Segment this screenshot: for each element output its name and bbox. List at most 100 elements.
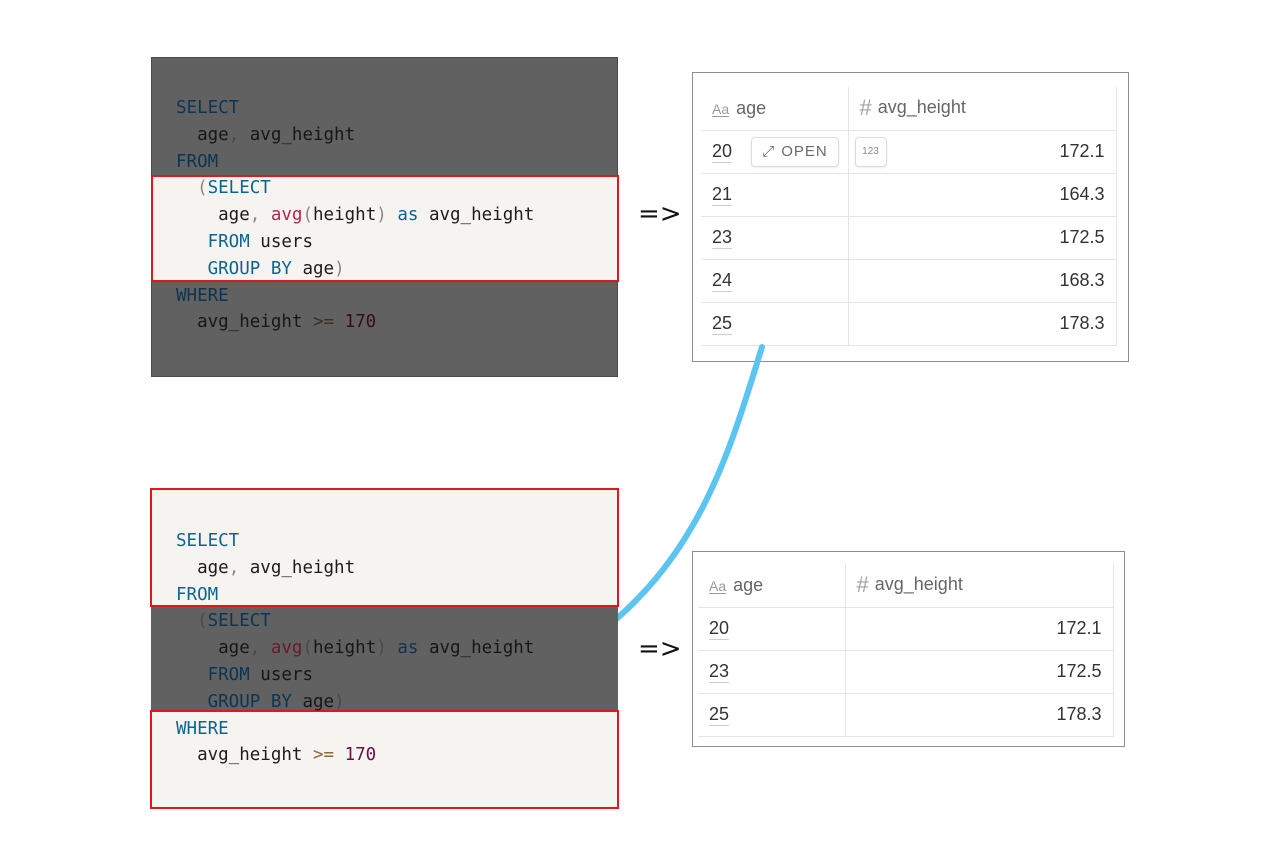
code-token: avg_height [418,638,535,659]
expand-icon: ⤢ [762,143,776,160]
top-result-table: Aa age # avg_height 20 ⤢ OPEN 172.1 123 21 164.3… [692,72,1129,362]
avg-height-value: 164.3 [1059,184,1105,204]
code-token: , [249,205,261,226]
avg-height-header-label: avg_height [874,574,963,594]
avg-height-cell[interactable]: 172.5 [845,650,1114,694]
code-token: FROM [176,584,219,605]
code-token: avg_height [418,205,535,226]
code-token: , [228,124,240,145]
number-type-icon: # [859,95,872,121]
avg-height-cell[interactable]: 178.3 [848,302,1117,346]
code-token: GROUP BY [207,258,292,279]
code-token: as [397,638,419,659]
code-token: 170 [344,745,377,766]
open-row-button[interactable]: ⤢ OPEN [751,136,839,167]
table-row[interactable]: 23 172.5 [701,216,1117,260]
table-header-row: Aa age # avg_height [701,87,1117,131]
avg-height-column-header[interactable]: # avg_height [845,564,1114,608]
avg-height-cell[interactable]: 164.3 [848,173,1117,217]
code-token: FROM [207,664,250,685]
code-token: users [249,664,313,685]
code-line: (SELECT [176,608,534,635]
top-table-grid: Aa age # avg_height 20 ⤢ OPEN 172.1 123 21 164.3… [701,87,1117,346]
code-line: WHERE [176,716,534,743]
code-token: age [291,258,335,279]
code-token: ) [376,638,387,659]
age-cell[interactable]: 25 [701,302,849,346]
age-value: 21 [712,184,733,204]
age-cell[interactable]: 23 [701,216,849,260]
age-column-header[interactable]: Aa age [698,564,846,608]
code-token: age [176,124,229,145]
code-line: age, avg(height) as avg_height [176,202,534,229]
code-token: avg [270,638,303,659]
code-token: ) [334,258,345,279]
code-line: avg_height >= 170 [176,309,534,336]
code-token: ) [376,205,387,226]
code-line: WHERE [176,283,534,310]
avg-height-value: 168.3 [1059,270,1105,290]
code-line: SELECT [176,528,534,555]
avg-height-value: 172.5 [1059,227,1105,247]
code-line: FROM [176,582,534,609]
code-token: age [176,557,229,578]
age-cell[interactable]: 21 [701,173,849,217]
code-token: SELECT [207,611,271,632]
table-row[interactable]: 24 168.3 [701,259,1117,303]
avg-height-value: 172.1 [1056,618,1102,638]
code-token: , [228,557,240,578]
code-line: GROUP BY age) [176,689,534,716]
table-row[interactable]: 21 164.3 [701,173,1117,217]
code-line: age, avg_height [176,555,534,582]
table-row[interactable]: 20 ⤢ OPEN 172.1 123 [701,130,1117,174]
code-line: avg_height >= 170 [176,742,534,769]
code-token: avg_height [176,312,313,333]
avg-height-cell[interactable]: 168.3 [848,259,1117,303]
code-token: avg_height [239,124,356,145]
code-token: height [313,205,377,226]
code-token: ( [302,205,314,226]
age-cell[interactable]: 23 [698,650,846,694]
code-token: SELECT [176,531,240,551]
avg-height-cell[interactable]: 178.3 [845,693,1114,737]
age-cell[interactable]: 24 [701,259,849,303]
code-token: , [249,638,261,659]
code-token: SELECT [207,178,271,199]
top-query-code: SELECT age, avg_height FROM (SELECT age, … [176,95,534,336]
age-value: 23 [709,661,730,681]
age-value: 24 [712,270,733,290]
age-cell[interactable]: 25 [698,693,846,737]
avg-height-cell[interactable]: 172.5 [848,216,1117,260]
avg-height-cell[interactable]: 172.1 [845,607,1114,651]
avg-height-header-label: avg_height [877,97,966,117]
table-row[interactable]: 20 172.1 [698,607,1114,651]
table-header-row: Aa age # avg_height [698,564,1114,608]
age-cell[interactable]: 20 ⤢ OPEN [701,130,849,174]
code-token: as [397,205,419,226]
code-token: WHERE [176,285,229,306]
number-format-icon[interactable]: 123 [854,136,887,167]
code-line: SELECT [176,95,534,122]
code-token: height [313,638,377,659]
bottom-table-grid: Aa age # avg_height 20 172.1 23 172.5 25 178.3 [698,564,1114,737]
age-column-header[interactable]: Aa age [701,87,849,131]
code-token: ) [334,691,345,712]
table-row[interactable]: 23 172.5 [698,650,1114,694]
table-row[interactable]: 25 178.3 [698,693,1114,737]
code-line: GROUP BY age) [176,256,534,283]
avg-height-cell[interactable]: 172.1 123 [848,130,1117,174]
code-token: age [176,638,250,659]
age-cell[interactable]: 20 [698,607,846,651]
code-token: avg [270,205,303,226]
table-row[interactable]: 25 178.3 [701,302,1117,346]
code-token: ( [302,638,314,659]
avg-height-column-header[interactable]: # avg_height [848,87,1117,131]
code-token: WHERE [176,718,229,739]
